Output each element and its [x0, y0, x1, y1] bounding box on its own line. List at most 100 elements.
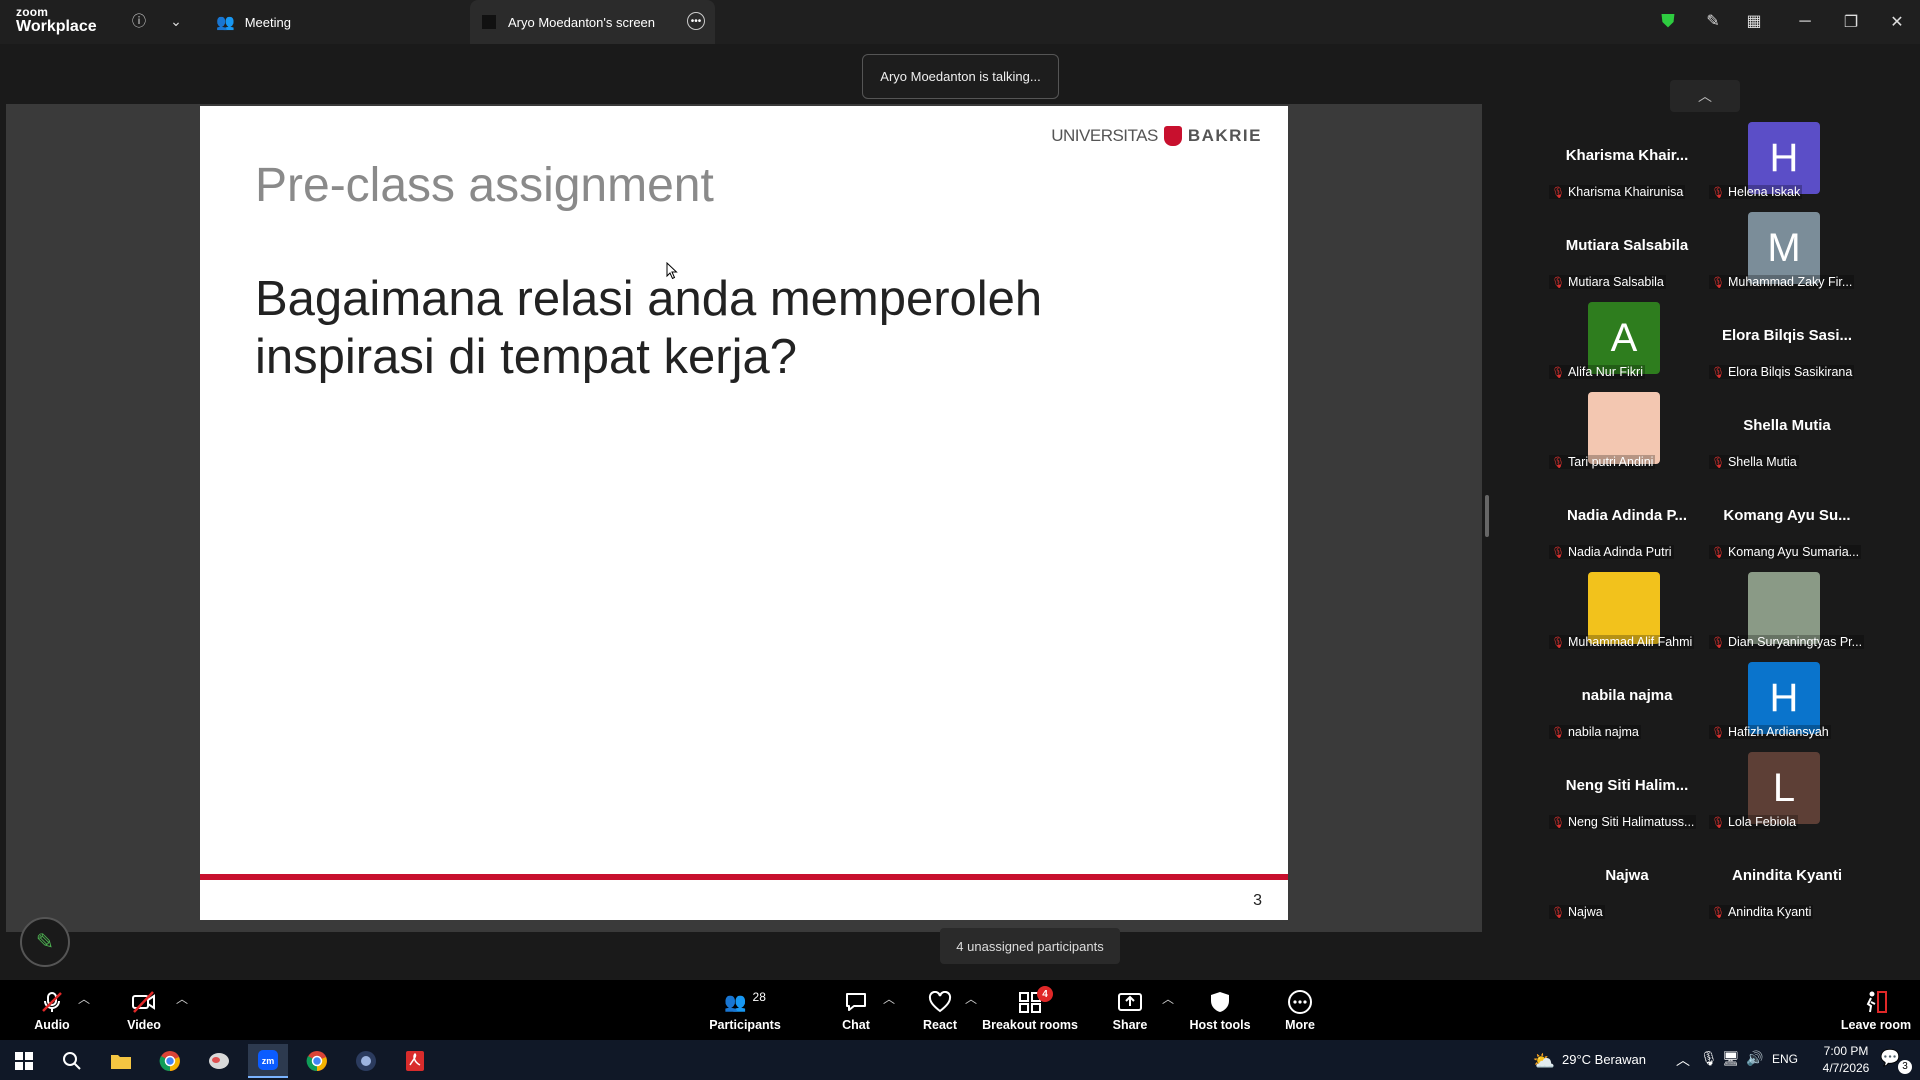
participant-tile[interactable]: Shella Mutia 🎙 Shella Mutia: [1707, 392, 1867, 480]
participant-name: Elora Bilqis Sasikirana: [1727, 365, 1853, 379]
more-button[interactable]: More: [1280, 980, 1320, 1040]
participant-tile[interactable]: A 🎙 Alifa Nur Fikri: [1547, 302, 1707, 390]
participant-tile[interactable]: M 🎙 Muhammad Zaky Fir...: [1707, 212, 1867, 300]
participant-avatar: A: [1588, 302, 1660, 374]
zoom-taskbar-icon[interactable]: zm: [248, 1044, 288, 1078]
chrome-icon[interactable]: [150, 1044, 190, 1078]
tray-expand-icon[interactable]: ︿: [1676, 1050, 1690, 1070]
participants-button[interactable]: 👥 28 Participants: [709, 980, 781, 1040]
participant-tile[interactable]: L 🎙 Lola Febiola: [1707, 752, 1867, 840]
microphone-tray-icon[interactable]: 🎙: [1700, 1050, 1718, 1067]
leave-room-label: Leave room: [1840, 1018, 1912, 1032]
tab-meeting[interactable]: 👥 Meeting: [216, 0, 466, 44]
participant-tile[interactable]: 🎙 Dian Suryaningtyas Pr...: [1707, 572, 1867, 660]
participant-tile[interactable]: Nadia Adinda P... 🎙 Nadia Adinda Putri: [1547, 482, 1707, 570]
logo-line1: zoom: [16, 5, 49, 19]
people-icon: 👥: [216, 14, 235, 31]
participant-avatar: [1588, 392, 1660, 464]
video-off-icon: [131, 988, 157, 1016]
notifications-icon[interactable]: 💬: [1880, 1048, 1900, 1068]
video-options-caret[interactable]: ︿: [176, 990, 188, 1007]
participant-name-label: 🎙 Nadia Adinda Putri: [1549, 545, 1674, 559]
volume-icon[interactable]: 🔊: [1746, 1050, 1763, 1067]
weather-text[interactable]: 29°C Berawan: [1562, 1052, 1646, 1067]
windows-start-icon[interactable]: [4, 1044, 44, 1078]
video-button[interactable]: Video: [122, 980, 166, 1040]
react-options-caret[interactable]: ︿: [965, 990, 977, 1007]
audio-button[interactable]: Audio: [30, 980, 74, 1040]
participant-display-name: Anindita Kyanti: [1731, 867, 1842, 884]
mic-muted-icon: 🎙: [1551, 906, 1565, 919]
participant-tile[interactable]: 🎙 Tari putri Andini: [1547, 392, 1707, 480]
participant-display-name: Shella Mutia: [1743, 417, 1831, 434]
annotate-pen-icon[interactable]: ✎: [1702, 10, 1724, 32]
leave-room-button[interactable]: Leave room: [1836, 980, 1916, 1040]
participant-tile[interactable]: H 🎙 Hafizh Ardiansyah: [1707, 662, 1867, 750]
more-options-icon[interactable]: •••: [687, 12, 705, 30]
shield-check-icon[interactable]: ⛊: [1657, 10, 1679, 32]
react-button[interactable]: React: [920, 980, 960, 1040]
acrobat-icon[interactable]: [395, 1044, 435, 1078]
gallery-scroll-up-button[interactable]: ︿: [1670, 80, 1740, 112]
participant-tile[interactable]: Neng Siti Halim... 🎙 Neng Siti Halimatuss.…: [1547, 752, 1707, 840]
gallery-resize-handle[interactable]: [1485, 495, 1489, 537]
mic-muted-icon: 🎙: [1711, 546, 1725, 559]
participant-name-label: 🎙 Lola Febiola: [1709, 815, 1799, 829]
layout-icon[interactable]: ▦: [1743, 10, 1765, 32]
participant-tile[interactable]: Kharisma Khair... 🎙 Kharisma Khairunisa: [1547, 122, 1707, 210]
mouse-cursor-icon: [666, 262, 678, 280]
participant-name: Muhammad Alif Fahmi: [1567, 635, 1693, 649]
participant-tile[interactable]: Komang Ayu Su... 🎙 Komang Ayu Sumaria...: [1707, 482, 1867, 570]
clock-date[interactable]: 4/7/2026: [1810, 1061, 1882, 1075]
tab-shared-screen[interactable]: Aryo Moedanton's screen •••: [470, 0, 715, 44]
share-button[interactable]: Share: [1110, 980, 1150, 1040]
participant-tile[interactable]: Elora Bilqis Sasi... 🎙 Elora Bilqis Sasiki…: [1707, 302, 1867, 390]
close-button[interactable]: ✕: [1882, 8, 1912, 36]
participant-display-name: Mutiara Salsabila: [1565, 237, 1689, 254]
participant-name: Anindita Kyanti: [1727, 905, 1812, 919]
minimize-button[interactable]: ─: [1790, 8, 1820, 36]
file-explorer-icon[interactable]: [101, 1044, 141, 1078]
participant-name: Hafizh Ardiansyah: [1727, 725, 1829, 739]
participant-tile[interactable]: Mutiara Salsabila 🎙 Mutiara Salsabila: [1547, 212, 1707, 300]
participant-tile[interactable]: Anindita Kyanti 🎙 Anindita Kyanti: [1707, 842, 1867, 930]
network-icon[interactable]: 🖥: [1722, 1050, 1740, 1067]
search-icon[interactable]: [52, 1044, 92, 1078]
participant-name: Helena Iskak: [1727, 185, 1801, 199]
participants-label: Participants: [709, 1018, 781, 1032]
slide-page-number: 3: [1253, 892, 1262, 909]
zoom-workplace-logo: zoom Workplace: [16, 6, 97, 35]
mic-muted-icon: 🎙: [1551, 186, 1565, 199]
chevron-down-icon[interactable]: ⌄: [165, 10, 187, 32]
mic-muted-icon: 🎙: [1711, 906, 1725, 919]
shield-icon: [1209, 988, 1231, 1016]
tab-meeting-label: Meeting: [244, 14, 291, 30]
participant-avatar: [1748, 572, 1820, 644]
bakrie-emblem-icon: [1163, 126, 1182, 146]
chat-button[interactable]: Chat: [836, 980, 876, 1040]
restore-button[interactable]: ❐: [1836, 8, 1866, 36]
participant-tile[interactable]: nabila najma 🎙 nabila najma: [1547, 662, 1707, 750]
language-indicator[interactable]: ENG: [1772, 1052, 1798, 1066]
annotate-button[interactable]: ✎: [20, 917, 70, 967]
participant-display-name: Komang Ayu Su...: [1723, 507, 1851, 524]
mic-muted-icon: [40, 988, 64, 1016]
clock-time[interactable]: 7:00 PM: [1810, 1044, 1882, 1058]
participant-tile[interactable]: Najwa 🎙 Najwa: [1547, 842, 1707, 930]
info-icon[interactable]: ⓘ: [128, 10, 150, 32]
chrome-profile-icon[interactable]: [297, 1044, 337, 1078]
participant-tile[interactable]: 🎙 Muhammad Alif Fahmi: [1547, 572, 1707, 660]
participant-avatar: H: [1748, 662, 1820, 734]
weather-icon[interactable]: ⛅: [1524, 1044, 1564, 1078]
audio-options-caret[interactable]: ︿: [78, 990, 90, 1007]
host-tools-button[interactable]: Host tools: [1189, 980, 1251, 1040]
mic-muted-icon: 🎙: [1551, 456, 1565, 469]
chat-options-caret[interactable]: ︿: [883, 990, 895, 1007]
mic-muted-icon: 🎙: [1711, 276, 1725, 289]
camera-app-icon[interactable]: [346, 1044, 386, 1078]
participants-icon-group: 👥 28: [724, 988, 766, 1016]
breakout-rooms-button[interactable]: Breakout rooms: [982, 980, 1078, 1040]
participant-tile[interactable]: H 🎙 Helena Iskak: [1707, 122, 1867, 210]
share-options-caret[interactable]: ︿: [1162, 990, 1174, 1007]
app-icon[interactable]: [199, 1044, 239, 1078]
